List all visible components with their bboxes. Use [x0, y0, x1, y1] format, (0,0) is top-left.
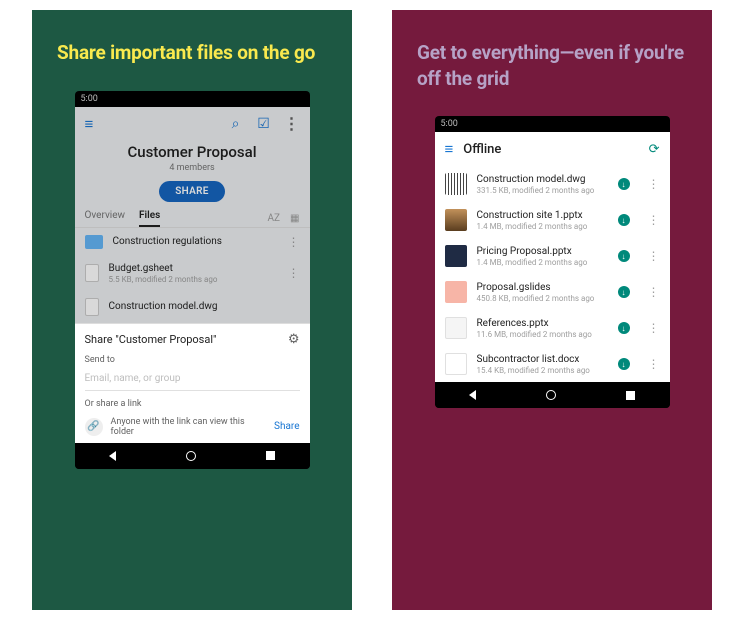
menu-icon[interactable]: ≡: [445, 140, 454, 158]
list-item[interactable]: Construction site 1.pptx1.4 MB, modified…: [435, 202, 670, 238]
back-icon[interactable]: [109, 451, 116, 461]
recent-icon[interactable]: [626, 391, 635, 400]
android-navbar: [435, 382, 670, 408]
file-name: References.pptx: [477, 318, 608, 329]
sheet-title: Share "Customer Proposal": [85, 333, 217, 346]
page-title: Offline: [463, 142, 638, 157]
row-more-icon[interactable]: ⋮: [648, 249, 660, 263]
home-icon[interactable]: [186, 451, 196, 461]
file-meta: 5.5 KB, modified 2 months ago: [109, 275, 278, 284]
download-badge-icon: ↓: [618, 358, 630, 370]
phone-screen: ≡ Offline ⟳ Construction model.dwg331.5 …: [435, 132, 670, 382]
file-thumb: [445, 173, 467, 195]
row-more-icon[interactable]: ⋮: [288, 235, 300, 249]
tab-files[interactable]: Files: [139, 210, 160, 227]
file-thumb: [445, 281, 467, 303]
file-name: Construction site 1.pptx: [477, 210, 608, 221]
download-badge-icon: ↓: [618, 214, 630, 226]
list-item[interactable]: Construction model.dwg: [75, 291, 310, 323]
row-more-icon[interactable]: ⋮: [648, 357, 660, 371]
offline-file-list: Construction model.dwg331.5 KB, modified…: [435, 166, 670, 382]
link-desc: Anyone with the link can view this folde…: [111, 417, 267, 437]
or-share-label: Or share a link: [85, 399, 300, 409]
row-more-icon[interactable]: ⋮: [648, 285, 660, 299]
list-item[interactable]: References.pptx11.6 MB, modified 2 month…: [435, 310, 670, 346]
link-share-button[interactable]: Share: [274, 421, 299, 432]
android-navbar: [75, 443, 310, 469]
promo-panel-offline: Get to everything—even if you're off the…: [392, 10, 712, 610]
select-icon[interactable]: ☑: [256, 116, 272, 132]
file-thumb: [445, 353, 467, 375]
file-meta: 450.8 KB, modified 2 months ago: [477, 294, 608, 303]
grid-view-icon[interactable]: ▦: [290, 213, 299, 224]
file-thumb: [445, 317, 467, 339]
send-to-label: Send to: [85, 355, 300, 365]
row-more-icon[interactable]: ⋮: [288, 266, 300, 280]
download-badge-icon: ↓: [618, 250, 630, 262]
share-button[interactable]: SHARE: [159, 181, 224, 202]
file-name: Construction model.dwg: [109, 301, 300, 312]
file-name: Proposal.gslides: [477, 282, 608, 293]
file-icon: [85, 298, 99, 316]
home-icon[interactable]: [546, 390, 556, 400]
status-bar: 5:00: [75, 91, 310, 107]
more-icon[interactable]: ⋮: [284, 114, 300, 133]
tab-overview[interactable]: Overview: [85, 210, 126, 227]
phone-frame: 5:00 ≡ ⌕ ☑ ⋮ Customer Proposal 4 members…: [75, 91, 310, 469]
list-item[interactable]: Construction model.dwg331.5 KB, modified…: [435, 166, 670, 202]
file-name: Pricing Proposal.pptx: [477, 246, 608, 257]
folder-tabs: Overview Files AZ ▦: [75, 210, 310, 227]
file-meta: 1.4 MB, modified 2 months ago: [477, 222, 608, 231]
phone-frame: 5:00 ≡ Offline ⟳ Construction model.dwg3…: [435, 116, 670, 408]
file-thumb: [445, 245, 467, 267]
headline: Share important files on the go: [57, 40, 315, 66]
list-item[interactable]: Budget.gsheet 5.5 KB, modified 2 months …: [75, 256, 310, 291]
folder-title: Customer Proposal: [75, 143, 310, 161]
download-badge-icon: ↓: [618, 178, 630, 190]
folder-icon: [85, 235, 103, 249]
dimmed-background: ≡ ⌕ ☑ ⋮ Customer Proposal 4 members SHAR…: [75, 107, 310, 323]
file-name: Construction model.dwg: [477, 174, 608, 185]
row-more-icon[interactable]: ⋮: [648, 213, 660, 227]
back-icon[interactable]: [469, 390, 476, 400]
file-icon: [85, 264, 99, 282]
share-sheet: Share "Customer Proposal" ⚙ Send to Emai…: [75, 323, 310, 443]
member-count: 4 members: [75, 163, 310, 173]
status-time: 5:00: [441, 119, 458, 129]
status-bar: 5:00: [435, 116, 670, 132]
row-more-icon[interactable]: ⋮: [648, 321, 660, 335]
file-meta: 11.6 MB, modified 2 months ago: [477, 330, 608, 339]
file-list: Construction regulations ⋮ Budget.gsheet…: [75, 227, 310, 323]
list-item[interactable]: Pricing Proposal.pptx1.4 MB, modified 2 …: [435, 238, 670, 274]
list-item[interactable]: Proposal.gslides450.8 KB, modified 2 mon…: [435, 274, 670, 310]
recipient-input[interactable]: Email, name, or group: [85, 373, 300, 391]
link-icon: 🔗: [85, 418, 103, 436]
file-name: Construction regulations: [113, 236, 278, 247]
file-meta: 15.4 KB, modified 2 months ago: [477, 366, 608, 375]
recent-icon[interactable]: [266, 451, 275, 460]
menu-icon[interactable]: ≡: [85, 115, 94, 133]
file-meta: 331.5 KB, modified 2 months ago: [477, 186, 608, 195]
list-item[interactable]: Subcontractor list.docx15.4 KB, modified…: [435, 346, 670, 382]
sort-alpha-icon[interactable]: AZ: [268, 213, 281, 224]
headline: Get to everything—even if you're off the…: [417, 40, 687, 91]
phone-screen: ≡ ⌕ ☑ ⋮ Customer Proposal 4 members SHAR…: [75, 107, 310, 443]
file-thumb: [445, 209, 467, 231]
sync-icon[interactable]: ⟳: [649, 142, 660, 157]
file-meta: 1.4 MB, modified 2 months ago: [477, 258, 608, 267]
gear-icon[interactable]: ⚙: [288, 332, 300, 347]
app-topbar: ≡ Offline ⟳: [435, 132, 670, 166]
search-icon[interactable]: ⌕: [228, 116, 244, 132]
download-badge-icon: ↓: [618, 286, 630, 298]
row-more-icon[interactable]: ⋮: [648, 177, 660, 191]
file-name: Subcontractor list.docx: [477, 354, 608, 365]
share-link-row: 🔗 Anyone with the link can view this fol…: [85, 417, 300, 437]
list-item[interactable]: Construction regulations ⋮: [75, 228, 310, 256]
promo-panel-share: Share important files on the go 5:00 ≡ ⌕…: [32, 10, 352, 610]
file-name: Budget.gsheet: [109, 263, 278, 274]
status-time: 5:00: [81, 94, 98, 104]
app-topbar: ≡ ⌕ ☑ ⋮: [75, 107, 310, 141]
download-badge-icon: ↓: [618, 322, 630, 334]
